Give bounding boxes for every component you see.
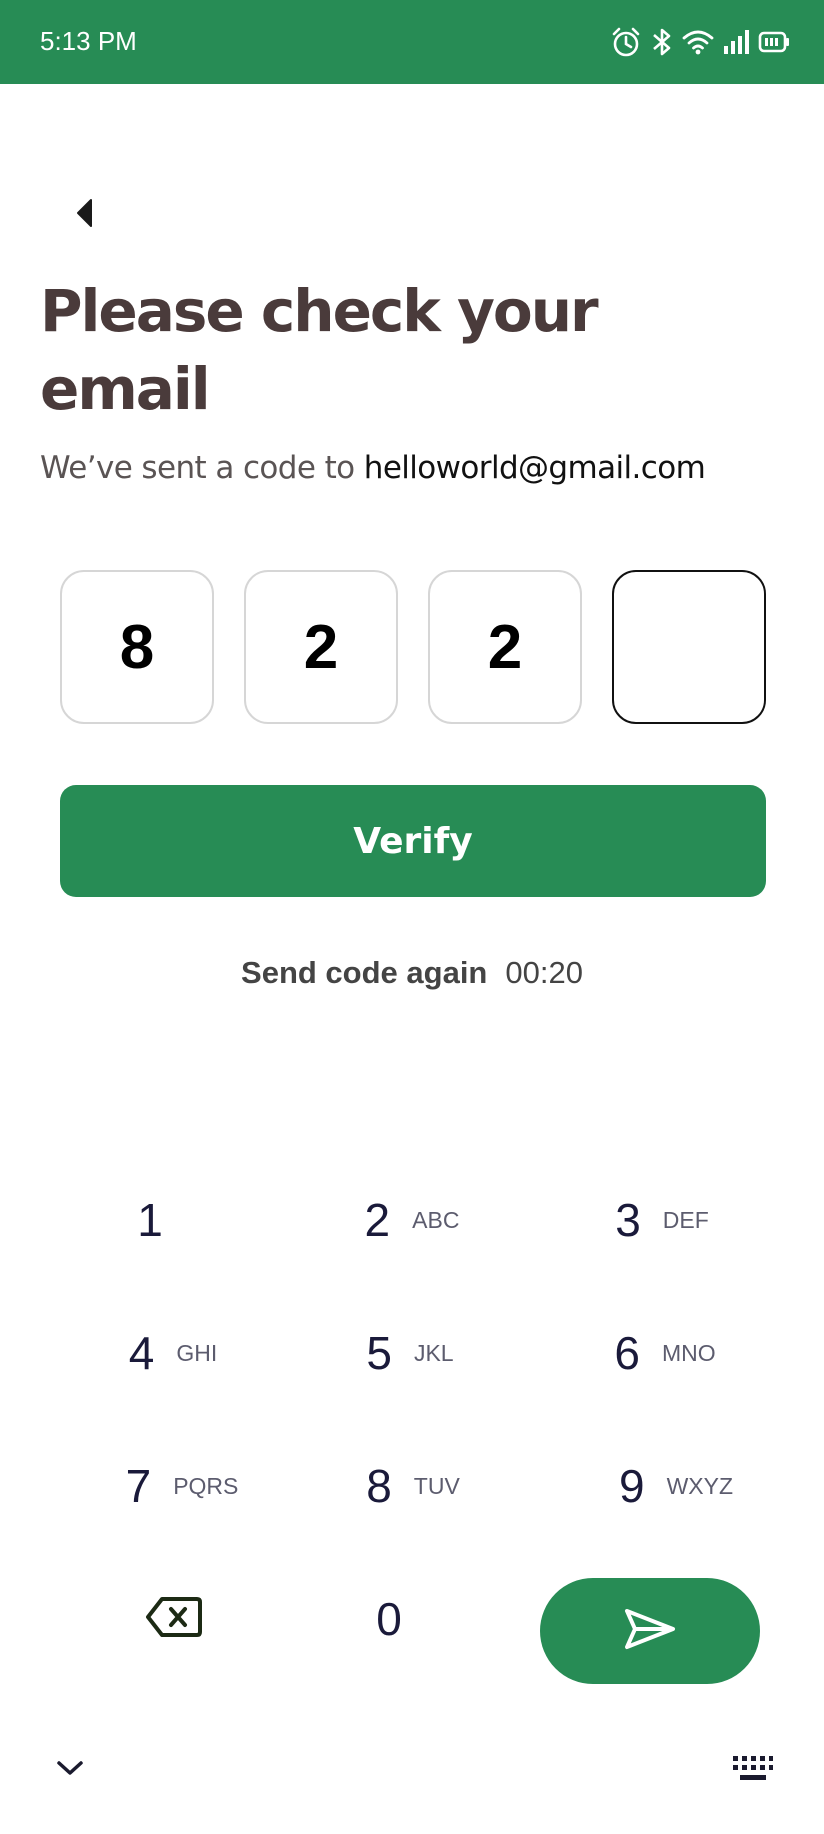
key-digit: 0 [376, 1593, 402, 1645]
wifi-icon [682, 28, 714, 56]
keyboard-bottom-bar [0, 1740, 824, 1810]
keyboard-icon [732, 1754, 774, 1786]
key-1[interactable]: 1 [30, 1165, 270, 1275]
verify-button[interactable]: Verify [60, 785, 766, 897]
otp-digit-4[interactable] [612, 570, 766, 724]
status-time: 5:13 PM [40, 26, 137, 56]
alarm-icon [610, 26, 642, 58]
key-8[interactable]: 8 TUV [293, 1431, 533, 1541]
key-letters: WXYZ [666, 1472, 734, 1499]
key-2[interactable]: 2 ABC [292, 1165, 532, 1275]
send-code-again-link[interactable]: Send code again [241, 955, 487, 990]
keyboard-switch-button[interactable] [728, 1748, 778, 1792]
status-bar: 5:13 PM [0, 0, 824, 84]
otp-digit-3[interactable]: 2 [428, 570, 582, 724]
key-digit: 8 [366, 1460, 392, 1512]
key-letters: DEF [662, 1206, 709, 1233]
bluetooth-icon [650, 26, 674, 58]
resend-timer: 00:20 [505, 955, 583, 990]
key-digit: 5 [366, 1327, 392, 1379]
resend-row: Send code again 00:20 [0, 955, 824, 991]
chevron-down-icon [55, 1758, 85, 1782]
backspace-key[interactable] [54, 1564, 294, 1674]
otp-input-row: 8 2 2 [60, 570, 766, 724]
key-letters: JKL [413, 1339, 454, 1366]
key-letters: MNO [661, 1339, 716, 1366]
email-address: helloworld@gmail.com [363, 450, 706, 486]
key-5[interactable]: 5 JKL [290, 1298, 530, 1408]
key-9[interactable]: 9 WXYZ [556, 1431, 796, 1541]
key-digit: 2 [364, 1194, 391, 1246]
collapse-keyboard-button[interactable] [48, 1748, 92, 1792]
key-letters: PQRS [173, 1472, 239, 1499]
signal-icon [722, 28, 750, 56]
key-digit: 7 [125, 1460, 152, 1512]
key-digit: 6 [614, 1327, 640, 1379]
subtitle-text: We’ve sent a code to [40, 450, 364, 486]
key-letters: ABC [412, 1206, 460, 1233]
key-4[interactable]: 4 GHI [53, 1298, 293, 1408]
key-7[interactable]: 7 PQRS [62, 1431, 302, 1541]
key-letters: GHI [176, 1339, 218, 1366]
key-0[interactable]: 0 [269, 1564, 509, 1674]
back-button[interactable] [60, 190, 110, 240]
subtitle: We’ve sent a code to helloworld@gmail.co… [40, 450, 800, 486]
key-digit: 9 [618, 1460, 645, 1512]
key-digit: 1 [137, 1194, 163, 1246]
backspace-icon [145, 1595, 203, 1643]
send-icon [623, 1607, 677, 1655]
battery-icon [758, 29, 790, 55]
key-digit: 4 [128, 1327, 155, 1379]
status-icons [610, 22, 790, 62]
key-6[interactable]: 6 MNO [545, 1298, 785, 1408]
key-digit: 3 [615, 1194, 641, 1246]
page-title: Please check your email [40, 277, 599, 423]
otp-digit-2[interactable]: 2 [244, 570, 398, 724]
key-letters: TUV [413, 1472, 460, 1499]
key-3[interactable]: 3 DEF [542, 1165, 782, 1275]
send-button[interactable] [540, 1578, 760, 1684]
otp-digit-1[interactable]: 8 [60, 570, 214, 724]
back-arrow-icon [74, 197, 96, 233]
